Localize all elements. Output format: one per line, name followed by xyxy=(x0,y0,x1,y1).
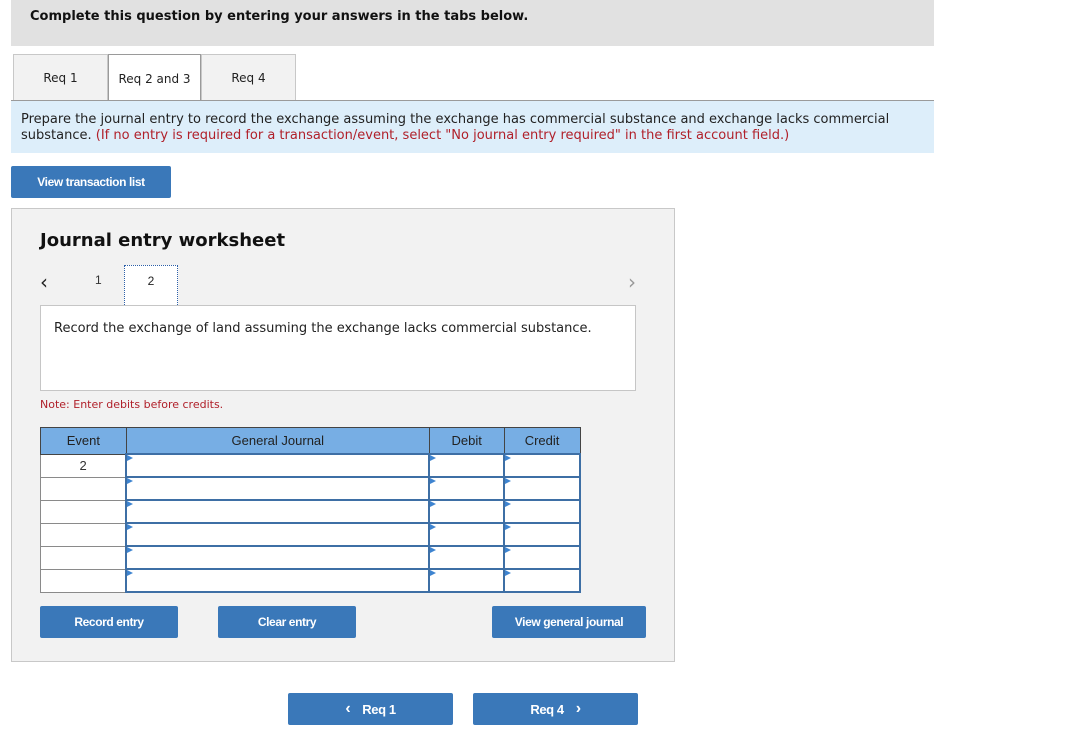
next-req-4-button[interactable]: Req 4 › xyxy=(473,693,638,725)
chevron-left-icon[interactable]: ‹ xyxy=(40,270,48,294)
worksheet-title: Journal entry worksheet xyxy=(40,230,286,251)
event-cell xyxy=(40,499,127,524)
credit-input-cell xyxy=(503,453,581,478)
debit-input-cell xyxy=(428,522,506,547)
credit-input-cell xyxy=(503,545,581,570)
credit-input[interactable] xyxy=(505,570,579,591)
prev-req-label: Req 1 xyxy=(362,701,396,717)
account-input-cell xyxy=(125,499,431,524)
credit-input[interactable] xyxy=(505,455,579,476)
debit-input[interactable] xyxy=(430,547,504,568)
account-input[interactable] xyxy=(127,501,429,522)
account-input-cell xyxy=(125,476,431,501)
view-general-journal-button[interactable]: View general journal xyxy=(492,606,646,638)
credit-input[interactable] xyxy=(505,524,579,545)
debit-input[interactable] xyxy=(430,524,504,545)
account-input-cell xyxy=(125,522,431,547)
event-cell xyxy=(40,568,127,593)
credit-input-cell xyxy=(503,499,581,524)
record-entry-button[interactable]: Record entry xyxy=(40,606,178,638)
debit-input-cell xyxy=(428,476,506,501)
account-input-cell xyxy=(125,545,431,570)
page-2-label: 2 xyxy=(147,274,155,288)
event-cell xyxy=(40,476,127,501)
credit-input-cell xyxy=(503,568,581,593)
debit-input[interactable] xyxy=(430,501,504,522)
account-input[interactable] xyxy=(127,455,429,476)
chevron-left-icon: ‹ xyxy=(345,700,351,717)
journal-row xyxy=(40,522,581,547)
debit-credit-note: Note: Enter debits before credits. xyxy=(40,398,224,411)
event-cell xyxy=(40,522,127,547)
tab-req-1[interactable]: Req 1 xyxy=(13,54,108,100)
debit-input[interactable] xyxy=(430,455,504,476)
credit-input-cell xyxy=(503,522,581,547)
journal-row xyxy=(40,499,581,524)
header-instruction: Complete this question by entering your … xyxy=(30,9,529,24)
account-input[interactable] xyxy=(127,524,429,545)
clear-entry-button[interactable]: Clear entry xyxy=(218,606,356,638)
worksheet-page-2[interactable]: 2 xyxy=(124,265,178,307)
journal-table: Event General Journal Debit Credit 2 xyxy=(40,427,581,593)
column-header-general-journal: General Journal xyxy=(125,427,430,455)
column-header-debit: Debit xyxy=(428,427,505,455)
credit-input[interactable] xyxy=(505,501,579,522)
column-header-credit: Credit xyxy=(503,427,581,455)
debit-input-cell xyxy=(428,568,506,593)
journal-row: 2 xyxy=(40,453,581,478)
journal-row xyxy=(40,545,581,570)
worksheet-page-1[interactable]: 1 xyxy=(95,273,102,287)
chevron-right-icon: › xyxy=(575,700,581,717)
entry-description: Record the exchange of land assuming the… xyxy=(40,305,636,391)
debit-input[interactable] xyxy=(430,570,504,591)
account-input-cell xyxy=(125,568,431,593)
question-header: Complete this question by entering your … xyxy=(11,0,934,46)
debit-input-cell xyxy=(428,499,506,524)
journal-row xyxy=(40,476,581,501)
credit-input[interactable] xyxy=(505,478,579,499)
column-header-event: Event xyxy=(40,427,127,455)
next-req-label: Req 4 xyxy=(530,701,564,717)
event-cell: 2 xyxy=(40,453,127,478)
view-transaction-list-button[interactable]: View transaction list xyxy=(11,166,171,198)
account-input[interactable] xyxy=(127,570,429,591)
chevron-right-icon[interactable]: › xyxy=(628,270,636,294)
table-header-row: Event General Journal Debit Credit xyxy=(40,427,581,455)
debit-input-cell xyxy=(428,545,506,570)
instructions-panel: Prepare the journal entry to record the … xyxy=(11,101,934,153)
tab-req-2-and-3[interactable]: Req 2 and 3 xyxy=(108,54,201,102)
credit-input-cell xyxy=(503,476,581,501)
journal-row xyxy=(40,568,581,593)
debit-input[interactable] xyxy=(430,478,504,499)
prev-req-1-button[interactable]: ‹ Req 1 xyxy=(288,693,453,725)
journal-entry-worksheet: Journal entry worksheet ‹ 1 2 › Record t… xyxy=(11,208,675,662)
tab-req-4[interactable]: Req 4 xyxy=(201,54,296,100)
instruction-note: (If no entry is required for a transacti… xyxy=(95,128,790,143)
account-input-cell xyxy=(125,453,431,478)
event-cell xyxy=(40,545,127,570)
debit-input-cell xyxy=(428,453,506,478)
account-input[interactable] xyxy=(127,478,429,499)
credit-input[interactable] xyxy=(505,547,579,568)
account-input[interactable] xyxy=(127,547,429,568)
